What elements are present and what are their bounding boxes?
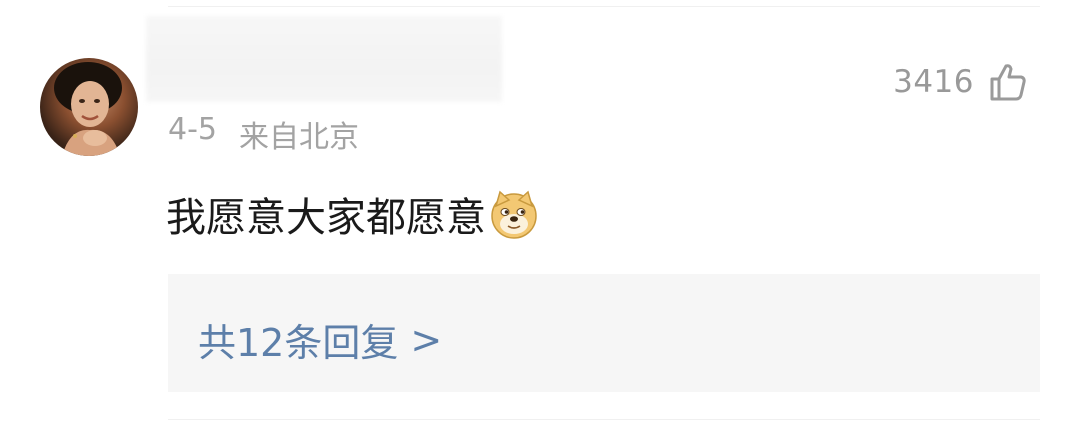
like-button[interactable]: 3416 (893, 58, 1028, 106)
bottom-divider (168, 419, 1040, 420)
doge-emoji-icon (491, 190, 537, 239)
avatar[interactable] (40, 58, 138, 156)
comment-body: 我愿意大家都愿意 (166, 186, 540, 242)
comment-location: 来自北京 (239, 120, 359, 155)
chevron-right-icon: > (410, 317, 443, 362)
replies-panel: 共12条回复 > (168, 274, 1040, 392)
thumbs-up-outline-icon (990, 64, 1026, 101)
comment-meta: 4-5 来自北京 (168, 112, 359, 156)
username-obscured (146, 16, 502, 102)
like-count: 3416 (893, 64, 974, 100)
comment-text: 我愿意大家都愿意 (166, 195, 486, 241)
comment-date: 4-5 (168, 112, 217, 147)
avatar-photo (54, 62, 122, 156)
replies-label: 共12条回复 (198, 321, 399, 365)
view-replies-link[interactable]: 共12条回复 > (198, 312, 442, 367)
top-divider (168, 6, 1040, 7)
